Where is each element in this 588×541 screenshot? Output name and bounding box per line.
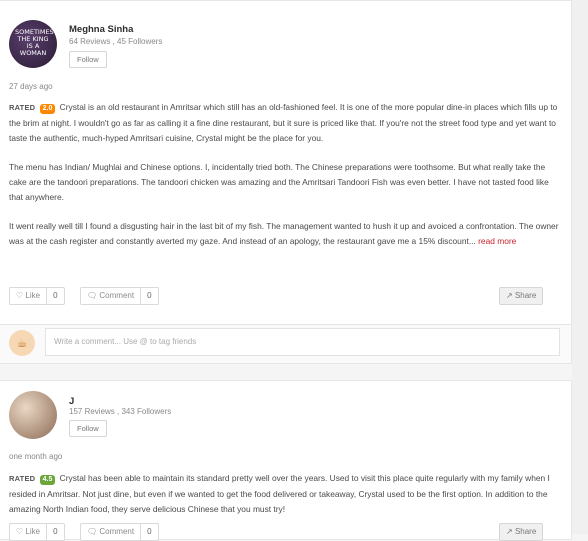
like-label: Like <box>25 291 41 300</box>
share-label: Share <box>514 291 537 300</box>
comment-count: 0 <box>140 524 157 540</box>
avatar[interactable]: SOMETIMES THE KING IS A WOMAN <box>9 20 57 68</box>
comment-label: Comment <box>99 291 135 300</box>
rated-label: RATED <box>9 474 36 483</box>
review-timestamp: 27 days ago <box>9 82 53 91</box>
share-button[interactable]: ↗ Share <box>499 523 544 541</box>
speech-bubble-icon: 🗨 <box>87 291 98 300</box>
heart-icon: ♡ <box>16 291 24 300</box>
heart-icon: ♡ <box>16 527 24 536</box>
rating-badge: 4.5 <box>39 475 56 485</box>
reviewer-name[interactable]: J <box>69 396 74 407</box>
review-paragraph: RATED 2.0 Crystal is an old restaurant i… <box>9 100 560 145</box>
review-paragraph-text: Crystal is an old restaurant in Amritsar… <box>9 102 558 143</box>
like-button[interactable]: ♡ Like 0 <box>9 287 65 305</box>
review-text: RATED 4.5 Crystal has been able to maint… <box>9 471 560 531</box>
rated-label: RATED <box>9 103 36 112</box>
rating-badge: 2.0 <box>39 104 56 114</box>
comment-count: 0 <box>140 288 157 304</box>
comment-input[interactable]: Write a comment... Use @ to tag friends <box>45 328 560 356</box>
review-text: RATED 2.0 Crystal is an old restaurant i… <box>9 100 560 263</box>
speech-bubble-icon: 🗨 <box>87 527 98 536</box>
avatar[interactable] <box>9 391 57 439</box>
review-paragraph: It went really well till I found a disgu… <box>9 219 560 249</box>
share-icon: ↗ <box>506 527 513 536</box>
comment-button[interactable]: 🗨 Comment 0 <box>80 523 159 541</box>
share-icon: ↗ <box>506 291 513 300</box>
comment-button[interactable]: 🗨 Comment 0 <box>80 287 159 305</box>
review-paragraph: RATED 4.5 Crystal has been able to maint… <box>9 471 560 516</box>
share-label: Share <box>514 527 537 536</box>
review-paragraph-text: It went really well till I found a disgu… <box>9 220 559 246</box>
review-paragraph: The menu has Indian/ Mughlai and Chinese… <box>9 161 549 202</box>
like-label: Like <box>25 527 41 536</box>
like-count: 0 <box>46 288 63 304</box>
share-button[interactable]: ↗ Share <box>499 287 544 305</box>
user-avatar-icon: ☕ <box>9 330 35 356</box>
like-button[interactable]: ♡ Like 0 <box>9 523 65 541</box>
follow-button[interactable]: Follow <box>69 51 107 68</box>
review-timestamp: one month ago <box>9 452 63 461</box>
scroll-gutter <box>572 0 588 534</box>
reviewer-stats: 64 Reviews , 45 Followers <box>69 37 163 46</box>
reviewer-stats: 157 Reviews , 343 Followers <box>69 407 172 416</box>
read-more-link[interactable]: read more <box>478 236 516 246</box>
review-paragraph-text: Crystal has been able to maintain its st… <box>9 473 550 514</box>
reviewer-name[interactable]: Meghna Sinha <box>69 24 133 35</box>
avatar-text: SOMETIMES THE KING IS A WOMAN <box>15 28 54 57</box>
follow-button[interactable]: Follow <box>69 420 107 437</box>
comment-label: Comment <box>99 527 135 536</box>
like-count: 0 <box>46 524 63 540</box>
